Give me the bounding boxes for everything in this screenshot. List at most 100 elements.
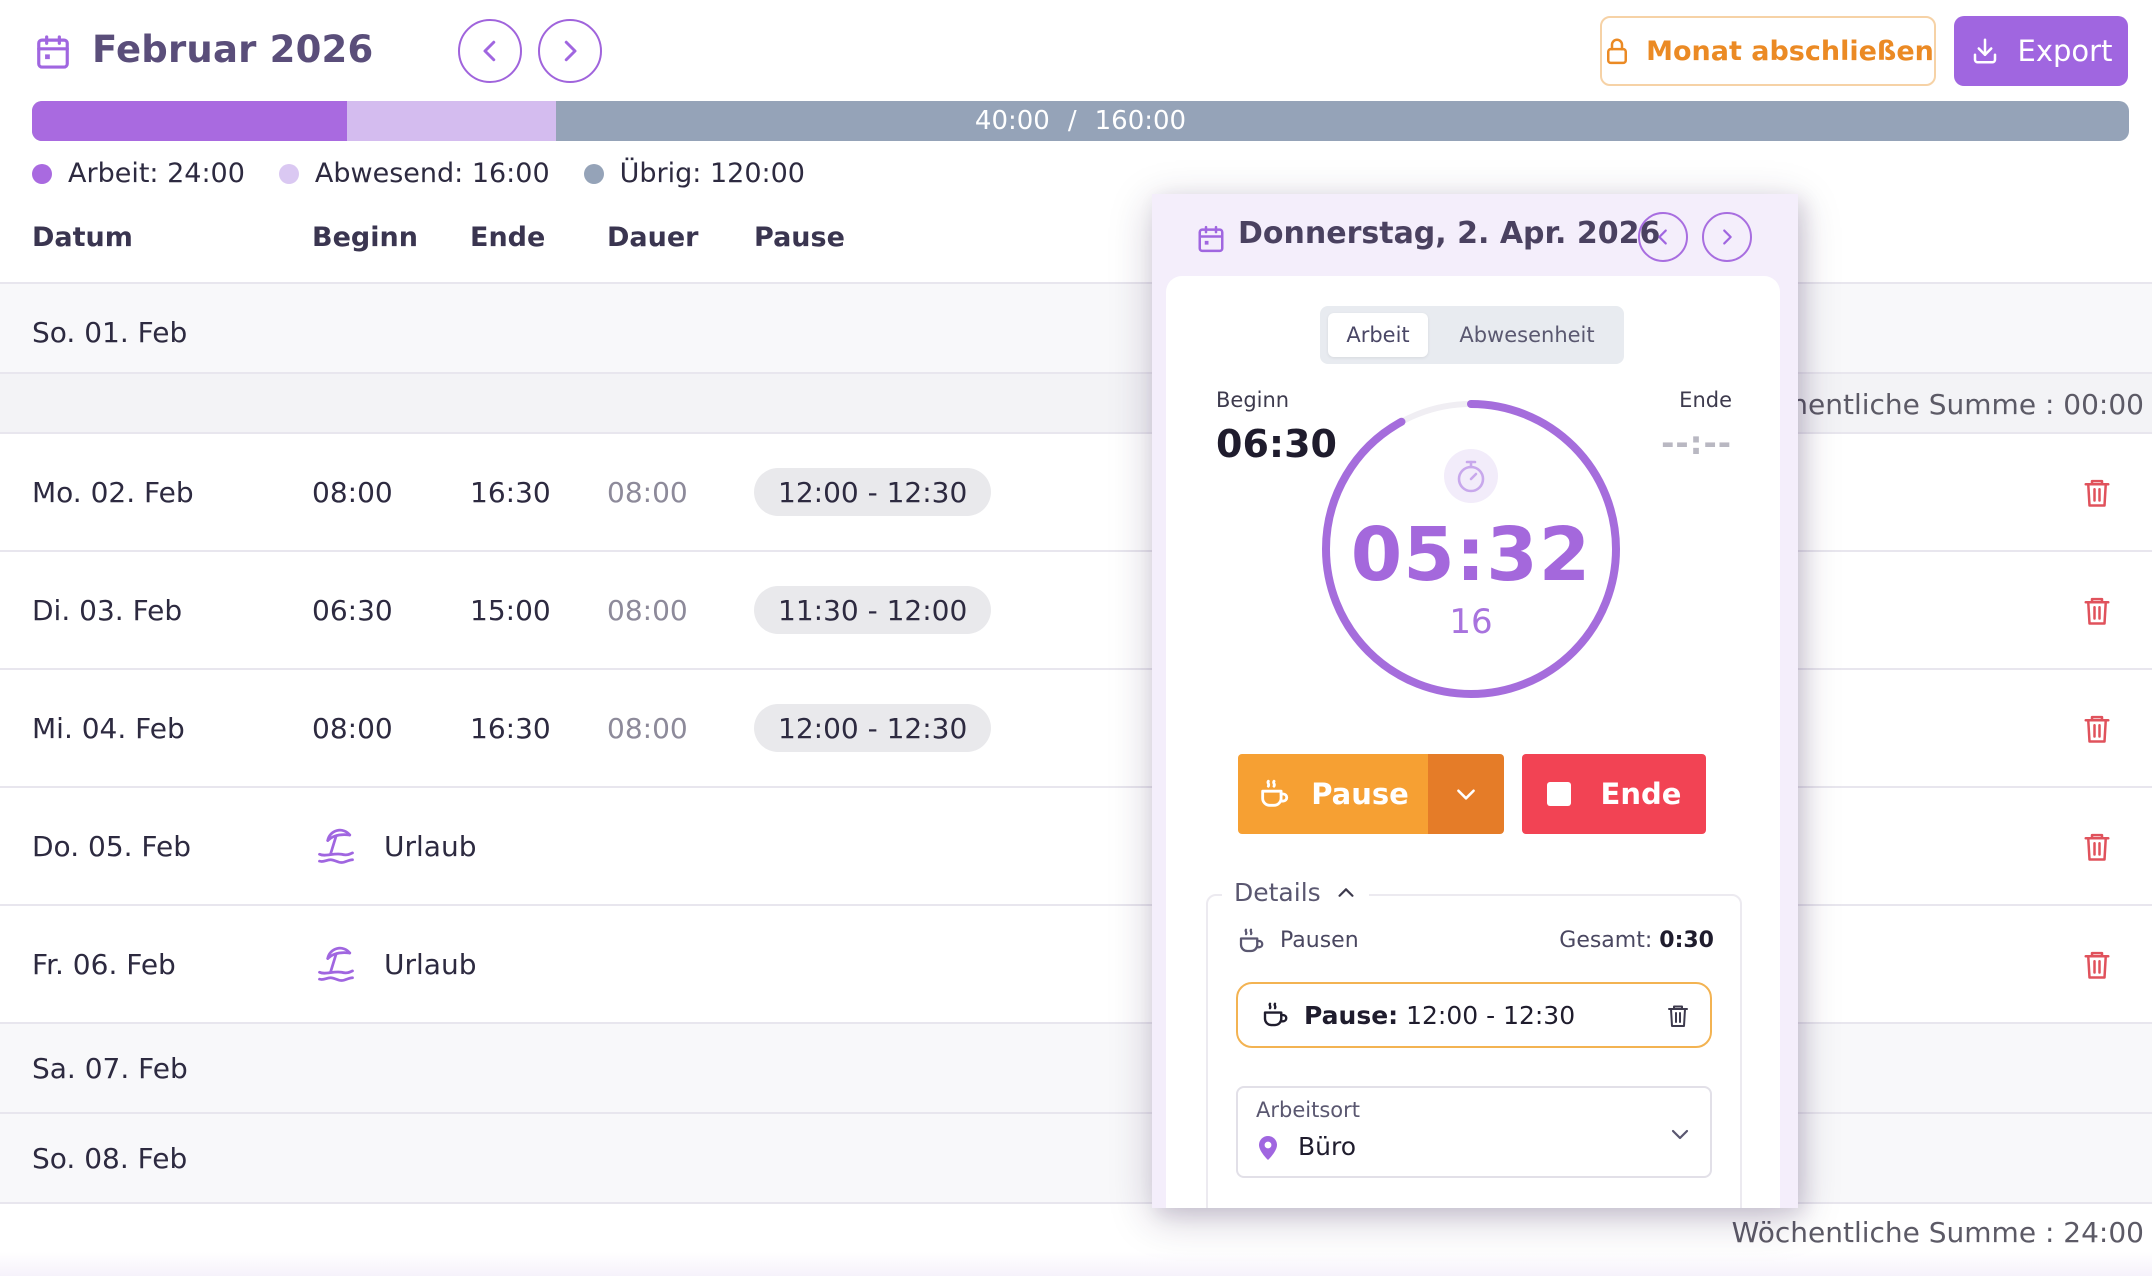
row-pause-pill: 12:00 - 12:30 <box>754 468 992 516</box>
next-day-button[interactable] <box>1702 212 1752 262</box>
row-duration: 08:00 <box>607 476 688 509</box>
row-end: 15:00 <box>470 594 551 627</box>
stopwatch-icon <box>1444 449 1498 503</box>
row-date: Do. 05. Feb <box>32 830 192 863</box>
export-button[interactable]: Export <box>1954 16 2128 86</box>
calendar-icon <box>1198 225 1224 253</box>
pause-dropdown-button[interactable] <box>1428 754 1504 834</box>
progress-label: 40:00 / 160:00 <box>32 101 2129 141</box>
row-date: So. 08. Feb <box>32 1142 188 1175</box>
chevron-right-icon <box>1723 229 1732 245</box>
progress-total: 160:00 <box>1094 106 1187 136</box>
download-icon <box>1973 38 1996 64</box>
chevron-right-icon <box>564 40 577 62</box>
pause-entry[interactable]: Pause: 12:00 - 12:30 <box>1236 982 1712 1048</box>
coffee-cup-icon <box>1263 1002 1288 1027</box>
tab-abwesenheit[interactable]: Abwesenheit <box>1444 313 1610 357</box>
column-header-end[interactable]: Ende <box>470 222 545 258</box>
table-row[interactable]: Mi. 04. Feb 08:00 16:30 08:00 12:00 - 12… <box>0 668 2152 786</box>
legend-dot <box>278 163 299 184</box>
beach-umbrella-icon <box>318 828 354 864</box>
row-date: Mi. 04. Feb <box>32 712 185 745</box>
row-date: Mo. 02. Feb <box>32 476 194 509</box>
progress-legend: Arbeit: 24:00 Abwesend: 16:00 Übrig: 120… <box>32 158 805 189</box>
end-time[interactable]: --:-- <box>1661 424 1732 462</box>
next-month-button[interactable] <box>538 19 602 83</box>
export-label: Export <box>2017 34 2113 68</box>
table-row[interactable]: Sa. 07. Feb <box>0 1022 2152 1112</box>
legend-dot <box>583 163 604 184</box>
pauses-total: Gesamt: 0:30 <box>1559 928 1714 953</box>
column-header-date[interactable]: Datum <box>32 222 133 258</box>
trash-icon[interactable] <box>2082 594 2112 628</box>
tab-arbeit[interactable]: Arbeit <box>1328 313 1428 357</box>
trash-icon[interactable] <box>2082 712 2112 746</box>
weekly-sum-row: Wöchentliche Summe : 00:00 <box>0 372 2152 432</box>
legend-label: Übrig: 120:00 <box>619 158 805 189</box>
pause-entry-value: 12:00 - 12:30 <box>1406 1000 1576 1030</box>
end-button-label: Ende <box>1600 777 1682 811</box>
prev-day-button[interactable] <box>1638 212 1688 262</box>
pauses-total-label: Gesamt: <box>1559 928 1653 953</box>
row-date: Fr. 06. Feb <box>32 948 176 981</box>
mode-toggle: Arbeit Abwesenheit <box>1320 306 1624 364</box>
close-month-button[interactable]: Monat abschließen <box>1600 16 1936 86</box>
progress-done: 40:00 <box>974 106 1050 136</box>
row-pause-pill: 12:00 - 12:30 <box>754 704 992 752</box>
day-detail-panel: Donnerstag, 2. Apr. 2026 Arbeit Abwesenh… <box>1152 194 1798 1208</box>
row-end: 16:30 <box>470 476 551 509</box>
chevron-down-icon <box>1671 1129 1689 1140</box>
table-row[interactable]: Fr. 06. Feb Urlaub <box>0 904 2152 1022</box>
table-row[interactable]: Do. 05. Feb Urlaub <box>0 786 2152 904</box>
page-title: Februar 2026 <box>92 28 374 71</box>
pause-button[interactable]: Pause <box>1238 754 1428 834</box>
row-date: Di. 03. Feb <box>32 594 183 627</box>
row-date: So. 01. Feb <box>32 316 188 349</box>
lock-icon <box>1607 38 1628 65</box>
month-progress-bar: 40:00 / 160:00 <box>32 101 2129 141</box>
timer-seconds: 16 <box>1449 602 1493 642</box>
details-toggle[interactable]: Details <box>1222 878 1369 907</box>
location-select[interactable]: Arbeitsort Büro <box>1236 1086 1712 1178</box>
trash-icon[interactable] <box>2082 948 2112 982</box>
table-row[interactable]: Mo. 02. Feb 08:00 16:30 08:00 12:00 - 12… <box>0 432 2152 550</box>
panel-date-title: Donnerstag, 2. Apr. 2026 <box>1238 216 1661 251</box>
beach-umbrella-icon <box>318 946 354 982</box>
table-row[interactable]: Di. 03. Feb 06:30 15:00 08:00 11:30 - 12… <box>0 550 2152 668</box>
weekly-sum: Wöchentliche Summe : 24:00 <box>1731 1216 2144 1249</box>
row-absence: Urlaub <box>384 830 477 863</box>
end-button[interactable]: Ende <box>1522 754 1706 834</box>
location-pin-icon <box>1259 1136 1277 1160</box>
prev-month-button[interactable] <box>458 19 522 83</box>
stop-icon <box>1546 782 1571 806</box>
trash-icon[interactable] <box>2082 476 2112 510</box>
column-header-pause[interactable]: Pause <box>754 222 845 258</box>
chevron-left-icon <box>1658 229 1667 245</box>
chevron-left-icon <box>483 40 496 62</box>
calendar-icon <box>37 35 69 69</box>
legend-item-remaining: Übrig: 120:00 <box>583 158 805 189</box>
row-pause-pill: 11:30 - 12:00 <box>754 586 992 634</box>
row-absence: Urlaub <box>384 948 477 981</box>
column-header-start[interactable]: Beginn <box>312 222 418 258</box>
details-label: Details <box>1234 878 1321 907</box>
end-label: Ende <box>1679 388 1732 412</box>
weekly-sum-row: Wöchentliche Summe : 24:00 <box>0 1202 2152 1254</box>
row-start: 06:30 <box>312 594 393 627</box>
pause-button-label: Pause <box>1311 777 1409 811</box>
column-header-duration[interactable]: Dauer <box>607 222 698 258</box>
pauses-label: Pausen <box>1280 928 1359 953</box>
table-row[interactable]: So. 01. Feb <box>0 282 2152 372</box>
pause-split-button: Pause <box>1238 754 1504 834</box>
chevron-down-icon <box>1457 789 1475 800</box>
table-row[interactable]: So. 08. Feb <box>0 1112 2152 1202</box>
trash-icon[interactable] <box>1666 1002 1690 1030</box>
row-end: 16:30 <box>470 712 551 745</box>
row-start: 08:00 <box>312 712 393 745</box>
legend-dot <box>32 163 52 184</box>
coffee-cup-icon <box>1239 928 1264 953</box>
close-month-label: Monat abschließen <box>1646 35 1934 67</box>
trash-icon[interactable] <box>2082 830 2112 864</box>
timer-display: 05:32 <box>1350 512 1592 598</box>
start-label: Beginn <box>1216 388 1290 412</box>
